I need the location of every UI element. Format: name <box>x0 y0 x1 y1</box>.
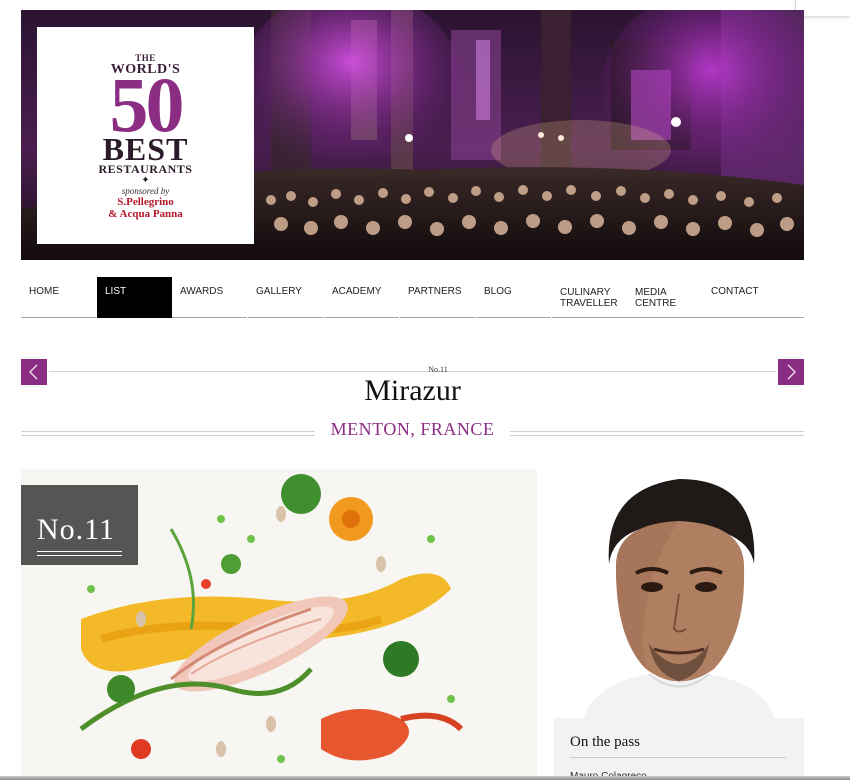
nav-item-blog[interactable]: BLOG <box>476 277 551 318</box>
chef-portrait <box>554 469 804 718</box>
site-logo[interactable]: THE WORLD'S 50 BEST RESTAURANTS ✦ sponso… <box>37 27 254 244</box>
bottom-edge <box>0 776 850 780</box>
main-nav: HOME LIST AWARDS GALLERY ACADEMY PARTNER… <box>21 277 804 319</box>
nav-item-partners[interactable]: PARTNERS <box>400 277 475 318</box>
location-rule-right <box>510 431 804 436</box>
nav-item-home[interactable]: HOME <box>21 277 96 318</box>
logo-cross-icon: ✦ <box>141 174 150 186</box>
dish-photo: No.11 <box>21 469 537 780</box>
logo-best: BEST <box>102 130 189 167</box>
nav-item-academy[interactable]: ACADEMY <box>324 277 399 318</box>
nav-item-culinary-traveller[interactable]: CULINARY TRAVELLER <box>552 277 628 318</box>
rank-badge: No.11 <box>21 485 138 565</box>
rank-badge-underline <box>37 551 122 556</box>
restaurant-name: Mirazur <box>364 374 461 407</box>
logo-sponsor-1: S.Pellegrino <box>117 195 174 208</box>
chef-section-title: On the pass <box>570 734 640 750</box>
nav-item-list[interactable]: LIST <box>97 277 172 318</box>
chef-panel: On the pass Mauro Colagreco <box>554 469 804 780</box>
nav-item-awards[interactable]: AWARDS <box>172 277 247 318</box>
chef-photo <box>554 469 804 718</box>
nav-item-gallery[interactable]: GALLERY <box>248 277 323 318</box>
hero-banner: THE WORLD'S 50 BEST RESTAURANTS ✦ sponso… <box>21 10 804 260</box>
chef-section-rule <box>570 757 786 758</box>
rank-badge-text: No.11 <box>37 513 116 546</box>
logo-sponsored-by: sponsored by <box>121 185 170 196</box>
restaurant-location: MENTON, FRANCE <box>330 419 495 439</box>
nav-item-media-centre[interactable]: MEDIA CENTRE <box>627 277 703 318</box>
logo-sponsor-2: & Acqua Panna <box>108 207 183 220</box>
logo-fifty: 50 <box>109 60 185 148</box>
top-strip <box>0 0 850 10</box>
logo-restaurants: RESTAURANTS <box>98 161 193 176</box>
nav-item-contact[interactable]: CONTACT <box>703 277 804 318</box>
